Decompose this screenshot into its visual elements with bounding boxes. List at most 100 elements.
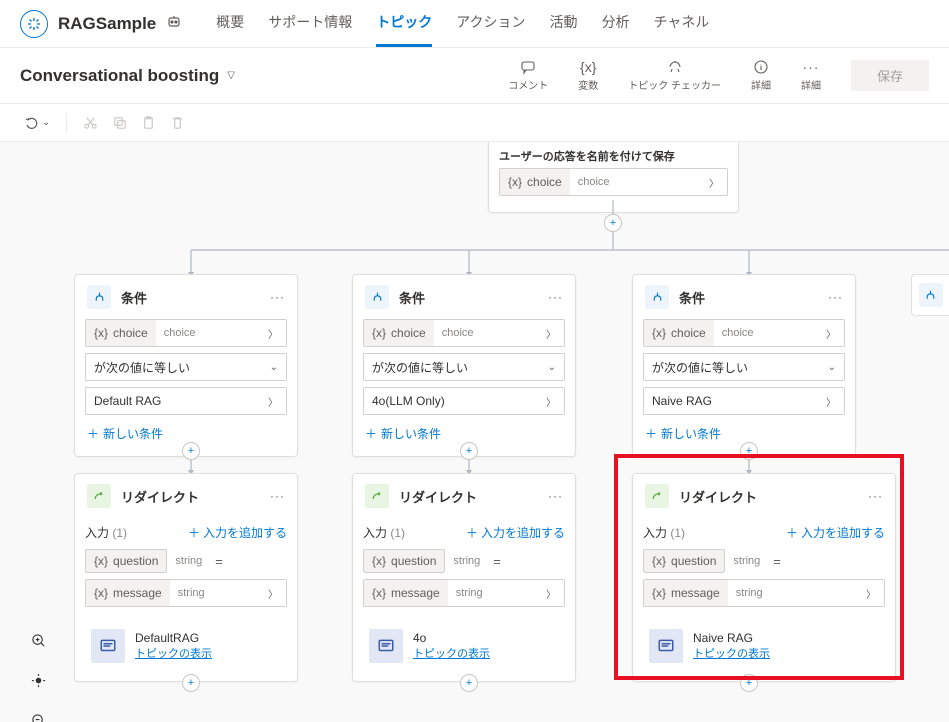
zoom-rail [22, 620, 54, 722]
add-node-button[interactable]: + [182, 674, 200, 692]
redirect-node-2[interactable]: リダイレクト ··· 入力 (1)＋入力を追加する {x}questionstr… [352, 473, 576, 682]
show-topic-link[interactable]: トピックの表示 [135, 648, 212, 660]
node-more-icon[interactable]: ··· [548, 290, 563, 304]
input-variable[interactable]: {x}question [85, 549, 167, 573]
input-variable[interactable]: {x}question [363, 549, 445, 573]
undo-button[interactable]: ⌄ [20, 111, 54, 135]
condition-variable[interactable]: {x}choicechoice〉 [85, 319, 287, 347]
nav-channels[interactable]: チャネル [654, 0, 710, 47]
copy-button[interactable] [108, 111, 131, 134]
topic-icon [369, 629, 403, 663]
condition-node-1[interactable]: 条件 ··· {x}choicechoice〉 が次の値に等しい⌄ Defaul… [74, 274, 298, 457]
add-input-button[interactable]: ＋入力を追加する [786, 524, 885, 541]
redirect-target[interactable]: Naive RAG トピックの表示 [643, 621, 885, 671]
redirect-icon [365, 484, 389, 508]
bot-icon[interactable] [166, 14, 182, 33]
save-user-label: ユーザーの応答を名前を付けて保存 [499, 148, 728, 164]
add-node-button[interactable]: + [460, 442, 478, 460]
add-input-button[interactable]: ＋入力を追加する [188, 524, 287, 541]
flow-canvas[interactable]: ユーザーの応答を名前を付けて保存 {x}choice choice 〉 + + … [0, 142, 949, 722]
node-title: 条件 [399, 288, 538, 307]
fit-button[interactable] [22, 660, 54, 700]
node-title: 条件 [679, 288, 818, 307]
input-value[interactable]: {x}messagestring〉 [363, 579, 565, 607]
target-name: 4o [413, 631, 490, 645]
condition-operator[interactable]: が次の値に等しい⌄ [643, 353, 845, 381]
chevron-right-icon: 〉 [701, 175, 727, 190]
comments-button[interactable]: コメント [508, 59, 548, 92]
redirect-node-1[interactable]: リダイレクト ··· 入力 (1)＋入力を追加する {x}questionstr… [74, 473, 298, 682]
subheader-tools: コメント {x} 変数 トピック チェッカー 詳細 ··· 詳細 保存 [508, 59, 929, 92]
comments-label: コメント [508, 77, 548, 92]
toolbar-separator [66, 113, 67, 133]
nav-support[interactable]: サポート情報 [268, 0, 352, 47]
variables-button[interactable]: {x} 変数 [578, 59, 598, 92]
redirect-target[interactable]: DefaultRAGトピックの表示 [85, 621, 287, 671]
add-node-button[interactable]: + [182, 442, 200, 460]
nav-activity[interactable]: 活動 [550, 0, 578, 47]
details-button-2[interactable]: ··· 詳細 [801, 59, 821, 92]
topic-subheader: Conversational boosting ▽ コメント {x} 変数 トピ… [0, 48, 949, 104]
node-more-icon[interactable]: ··· [548, 489, 563, 503]
node-more-icon[interactable]: ··· [270, 489, 285, 503]
cut-button[interactable] [79, 111, 102, 134]
show-topic-link[interactable]: トピックの表示 [693, 648, 770, 660]
editor-toolbar: ⌄ [0, 104, 949, 142]
variable-icon: {x} [508, 175, 522, 189]
node-more-icon[interactable]: ··· [270, 290, 285, 304]
redirect-icon [87, 484, 111, 508]
topic-checker-button[interactable]: トピック チェッカー [628, 59, 721, 92]
delete-button[interactable] [166, 111, 189, 134]
condition-value[interactable]: Default RAG〉 [85, 387, 287, 415]
details-label-2: 詳細 [801, 77, 821, 92]
condition-node-2[interactable]: 条件 ··· {x}choicechoice〉 が次の値に等しい⌄ 4o(LLM… [352, 274, 576, 457]
details-label-1: 詳細 [751, 77, 771, 92]
redirect-node-3[interactable]: リダイレクト ··· 入力 (1)＋入力を追加する {x}questionstr… [632, 473, 896, 682]
add-node-button[interactable]: + [740, 674, 758, 692]
node-more-icon[interactable]: ··· [868, 489, 883, 503]
main-nav: 概要 サポート情報 トピック アクション 活動 分析 チャネル [216, 0, 709, 47]
node-more-icon[interactable]: ··· [828, 290, 843, 304]
save-user-response-node[interactable]: ユーザーの応答を名前を付けて保存 {x}choice choice 〉 [488, 142, 739, 213]
add-node-button[interactable]: + [604, 214, 622, 232]
condition-node-3[interactable]: 条件 ··· {x}choicechoice〉 が次の値に等しい⌄ Naive … [632, 274, 856, 457]
nav-actions[interactable]: アクション [456, 0, 525, 47]
condition-value[interactable]: Naive RAG〉 [643, 387, 845, 415]
show-topic-link[interactable]: トピックの表示 [413, 648, 490, 660]
nav-topics[interactable]: トピック [376, 0, 432, 47]
node-title: リダイレクト [679, 487, 858, 506]
target-name: Naive RAG [693, 631, 770, 645]
condition-value[interactable]: 4o(LLM Only)〉 [363, 387, 565, 415]
app-header: RAGSample 概要 サポート情報 トピック アクション 活動 分析 チャネ… [0, 0, 949, 48]
input-value[interactable]: {x}messagestring〉 [85, 579, 287, 607]
input-variable[interactable]: {x}question [643, 549, 725, 573]
node-title: 条件 [121, 288, 260, 307]
topic-icon [649, 629, 683, 663]
chevron-down-icon[interactable]: ▽ [227, 70, 235, 81]
save-button[interactable]: 保存 [851, 60, 929, 91]
node-title: リダイレクト [121, 487, 260, 506]
nav-overview[interactable]: 概要 [216, 0, 244, 47]
input-value[interactable]: {x}messagestring〉 [643, 579, 885, 607]
var-name: choice [527, 175, 562, 189]
condition-variable[interactable]: {x}choicechoice〉 [363, 319, 565, 347]
topic-title: Conversational boosting [20, 66, 219, 86]
zoom-in-button[interactable] [22, 620, 54, 660]
nav-analytics[interactable]: 分析 [602, 0, 630, 47]
add-node-button[interactable]: + [740, 442, 758, 460]
paste-button[interactable] [137, 111, 160, 134]
add-input-button[interactable]: ＋入力を追加する [466, 524, 565, 541]
condition-node-extra[interactable] [911, 274, 949, 316]
condition-variable[interactable]: {x}choicechoice〉 [643, 319, 845, 347]
zoom-out-button[interactable] [22, 700, 54, 722]
checker-label: トピック チェッカー [628, 77, 721, 92]
add-node-button[interactable]: + [460, 674, 478, 692]
save-user-variable[interactable]: {x}choice choice 〉 [499, 168, 728, 196]
condition-operator[interactable]: が次の値に等しい⌄ [363, 353, 565, 381]
redirect-icon [645, 484, 669, 508]
condition-operator[interactable]: が次の値に等しい⌄ [85, 353, 287, 381]
redirect-target[interactable]: 4o トピックの表示 [363, 621, 565, 671]
details-button-1[interactable]: 詳細 [751, 59, 771, 92]
branch-icon [645, 285, 669, 309]
branch-icon [87, 285, 111, 309]
